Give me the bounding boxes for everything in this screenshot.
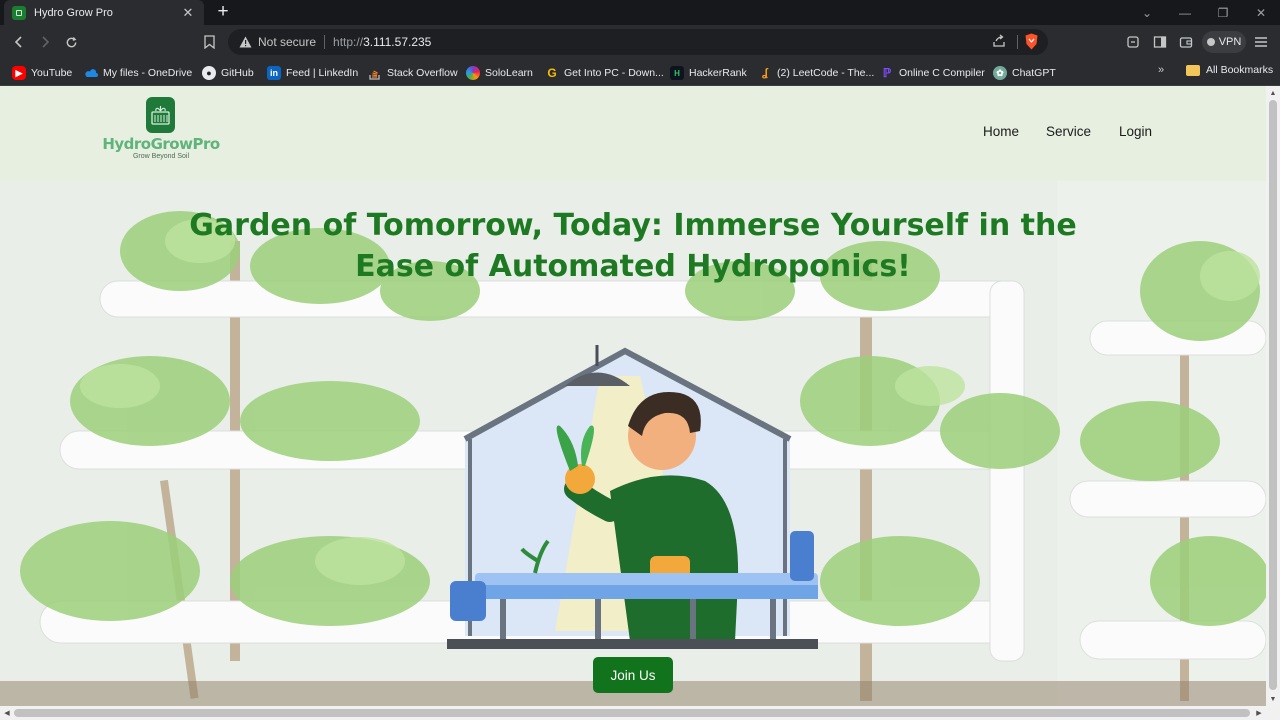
bookmark-online-c-compiler[interactable]: ℙ Online C Compiler (880, 64, 985, 82)
bookmark-label: Stack Overflow (387, 67, 458, 79)
scroll-left-icon[interactable]: ◀ (0, 706, 14, 720)
horizontal-scroll-thumb[interactable] (14, 709, 1250, 717)
hero-title-line-1: Garden of Tomorrow, Today: Immerse Yours… (189, 208, 1077, 243)
stackoverflow-icon (368, 66, 382, 80)
restore-button[interactable]: ❐ (1204, 0, 1242, 25)
onedrive-icon (84, 66, 98, 80)
logo-tagline: Grow Beyond Soil (132, 153, 190, 160)
linkedin-icon: in (267, 66, 281, 80)
menu-icon[interactable] (1252, 33, 1270, 51)
tab-title: Hydro Grow Pro (34, 6, 113, 19)
brave-shields-icon[interactable] (1024, 33, 1040, 51)
bookmarks-overflow-button[interactable]: » (1158, 64, 1164, 76)
tab-strip: Hydro Grow Pro ✕ + ⌄ — ❐ ✕ (0, 0, 1280, 25)
close-tab-icon[interactable]: ✕ (180, 5, 196, 21)
reload-icon (66, 36, 76, 47)
scroll-right-icon[interactable]: ▶ (1252, 706, 1266, 720)
hero-title-line-2: Ease of Automated Hydroponics! (355, 249, 911, 284)
nav-login[interactable]: Login (1119, 124, 1152, 139)
browser-toolbar: Not secure http:// 3.111.57.235 VPN (0, 25, 1280, 59)
bookmark-github[interactable]: ● GitHub (202, 64, 254, 82)
all-bookmarks-label: All Bookmarks (1206, 64, 1274, 76)
sololearn-icon (466, 66, 480, 80)
bookmark-hackerrank[interactable]: H HackerRank (670, 64, 747, 82)
sidebar-icon[interactable] (1151, 33, 1169, 51)
bookmark-label: Feed | LinkedIn (286, 67, 359, 79)
scroll-up-icon[interactable]: ▲ (1266, 86, 1280, 100)
page-viewport: HydroGrowPro Grow Beyond Soil Home Servi… (0, 86, 1266, 706)
bookmark-label: My files - OneDrive (103, 67, 193, 79)
bookmark-label: HackerRank (689, 67, 747, 79)
hackerrank-icon: H (670, 66, 684, 80)
chatgpt-icon: ✿ (993, 66, 1007, 80)
bookmark-leetcode[interactable]: ʆ (2) LeetCode - The... (758, 64, 874, 82)
not-secure-label[interactable]: Not secure (258, 35, 316, 49)
url-scheme: http:// (333, 35, 364, 49)
vpn-status-icon (1206, 38, 1215, 46)
wallet-icon[interactable] (1177, 33, 1195, 51)
vertical-scroll-thumb[interactable] (1269, 100, 1277, 690)
vpn-button[interactable]: VPN (1202, 31, 1246, 53)
forward-arrow-icon (42, 36, 50, 48)
bookmark-onedrive[interactable]: My files - OneDrive (84, 64, 192, 82)
hydroponic-logo-icon (146, 97, 175, 133)
compiler-icon: ℙ (882, 66, 892, 80)
extensions-icon[interactable] (1124, 33, 1142, 51)
site-logo[interactable]: HydroGrowPro Grow Beyond Soil (94, 97, 234, 167)
hero-title: Garden of Tomorrow, Today: Immerse Yours… (183, 205, 1083, 287)
warning-icon[interactable] (238, 35, 252, 49)
bookmarks-bar: ▶ YouTube My files - OneDrive ● GitHub i… (0, 59, 1280, 86)
youtube-icon: ▶ (12, 66, 26, 80)
bookmark-page-icon[interactable] (200, 32, 218, 52)
all-bookmarks-button[interactable]: All Bookmarks (1186, 64, 1273, 76)
back-button[interactable] (8, 31, 30, 53)
bookmark-label: GitHub (221, 67, 254, 79)
reload-button[interactable] (60, 31, 82, 53)
address-bar[interactable]: Not secure http:// 3.111.57.235 (228, 29, 1048, 55)
close-window-button[interactable]: ✕ (1242, 0, 1280, 25)
vertical-scrollbar[interactable]: ▲ ▼ (1266, 86, 1280, 706)
bookmark-label: ChatGPT (1012, 67, 1056, 79)
back-arrow-icon (14, 36, 22, 48)
omnibox-separator (324, 35, 326, 49)
nav-service[interactable]: Service (1046, 124, 1091, 139)
folder-icon (1186, 64, 1200, 76)
tab-search-icon[interactable]: ⌄ (1128, 0, 1166, 25)
bookmark-linkedin[interactable]: in Feed | LinkedIn (267, 64, 358, 82)
bookmark-stackoverflow[interactable]: Stack Overflow (368, 64, 458, 82)
minimize-button[interactable]: — (1166, 0, 1204, 25)
nav-home[interactable]: Home (983, 124, 1019, 139)
browser-tab[interactable]: Hydro Grow Pro ✕ (4, 0, 204, 25)
scroll-down-icon[interactable]: ▼ (1266, 692, 1280, 706)
omnibox-divider (1017, 35, 1018, 49)
bookmark-chatgpt[interactable]: ✿ ChatGPT (993, 64, 1056, 82)
new-tab-button[interactable]: + (212, 1, 234, 23)
hero-section: Garden of Tomorrow, Today: Immerse Yours… (0, 181, 1266, 706)
bookmark-sololearn[interactable]: SoloLearn (466, 64, 533, 82)
bookmark-getintopc[interactable]: G Get Into PC - Down... (545, 64, 664, 82)
bookmark-label: (2) LeetCode - The... (777, 67, 875, 79)
google-icon: G (547, 66, 557, 80)
forward-button[interactable] (34, 31, 56, 53)
vpn-label: VPN (1218, 36, 1242, 48)
bookmark-label: Online C Compiler (899, 67, 985, 79)
bookmark-label: SoloLearn (485, 67, 533, 79)
bookmark-label: YouTube (31, 67, 73, 79)
logo-wordmark: HydroGrowPro (102, 135, 220, 153)
site-favicon-icon (12, 5, 26, 20)
site-header: HydroGrowPro Grow Beyond Soil Home Servi… (0, 86, 1266, 181)
url-host: 3.111.57.235 (363, 35, 432, 49)
bookmark-youtube[interactable]: ▶ YouTube (12, 64, 72, 82)
leetcode-icon: ʆ (762, 67, 768, 79)
join-us-button[interactable]: Join Us (593, 657, 673, 693)
horizontal-scrollbar[interactable]: ◀ ▶ (0, 706, 1280, 720)
bookmark-label: Get Into PC - Down... (564, 67, 664, 79)
github-icon: ● (202, 66, 216, 80)
share-icon[interactable] (992, 34, 1008, 50)
